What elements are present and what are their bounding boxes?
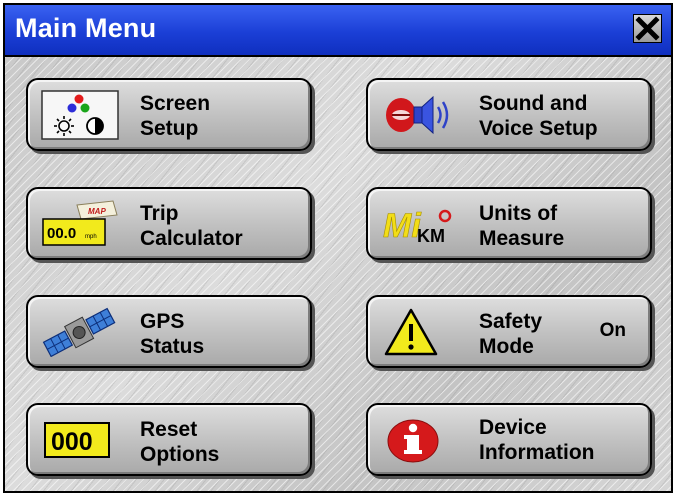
counter-reset-icon: 000 bbox=[44, 422, 110, 458]
svg-text:000: 000 bbox=[51, 428, 93, 456]
device-information-label: Device Information bbox=[479, 416, 595, 464]
window-title: Main Menu bbox=[15, 13, 157, 43]
main-menu-window: Main Menu Screen Setup Sound and Voice S… bbox=[3, 3, 673, 493]
lips-speaker-icon bbox=[386, 95, 449, 135]
title-bar: Main Menu bbox=[5, 5, 671, 57]
svg-text:KM: KM bbox=[417, 226, 445, 246]
svg-text:MAP: MAP bbox=[88, 207, 106, 216]
sound-voice-setup-label: Sound and Voice Setup bbox=[479, 92, 598, 140]
info-icon bbox=[387, 419, 439, 463]
units-of-measure-button[interactable]: Mi KM Units of Measure bbox=[366, 187, 652, 260]
screen-setup-label: Screen Setup bbox=[140, 92, 211, 140]
trip-calculator-button[interactable]: MAP 00.0 mph Trip Calculator bbox=[26, 187, 312, 260]
close-button[interactable] bbox=[633, 14, 662, 43]
gps-status-label: GPS Status bbox=[140, 310, 205, 358]
trip-calculator-label: Trip Calculator bbox=[140, 202, 243, 250]
sound-voice-setup-button[interactable]: Sound and Voice Setup bbox=[366, 78, 652, 151]
screen-setup-icon bbox=[41, 90, 119, 140]
svg-text:mph: mph bbox=[85, 234, 97, 240]
safety-mode-label: Safety Mode bbox=[479, 310, 543, 358]
device-information-button[interactable]: Device Information bbox=[366, 403, 652, 476]
safety-mode-button[interactable]: Safety Mode On bbox=[366, 295, 652, 368]
satellite-icon bbox=[42, 307, 116, 357]
mi-km-icon: Mi KM bbox=[383, 207, 452, 246]
safety-mode-status: On bbox=[599, 320, 626, 341]
svg-text:00.0: 00.0 bbox=[47, 225, 76, 242]
odometer-icon: MAP 00.0 mph bbox=[42, 200, 118, 246]
reset-options-label: Reset Options bbox=[140, 418, 220, 466]
gps-status-button[interactable]: GPS Status bbox=[26, 295, 312, 368]
screen-setup-button[interactable]: Screen Setup bbox=[26, 78, 312, 151]
warning-triangle-icon bbox=[384, 308, 438, 356]
reset-options-button[interactable]: 000 Reset Options bbox=[26, 403, 312, 476]
menu-content: Screen Setup Sound and Voice Setup MAP 0… bbox=[5, 57, 671, 491]
close-icon bbox=[635, 16, 660, 41]
units-of-measure-label: Units of Measure bbox=[479, 202, 565, 250]
